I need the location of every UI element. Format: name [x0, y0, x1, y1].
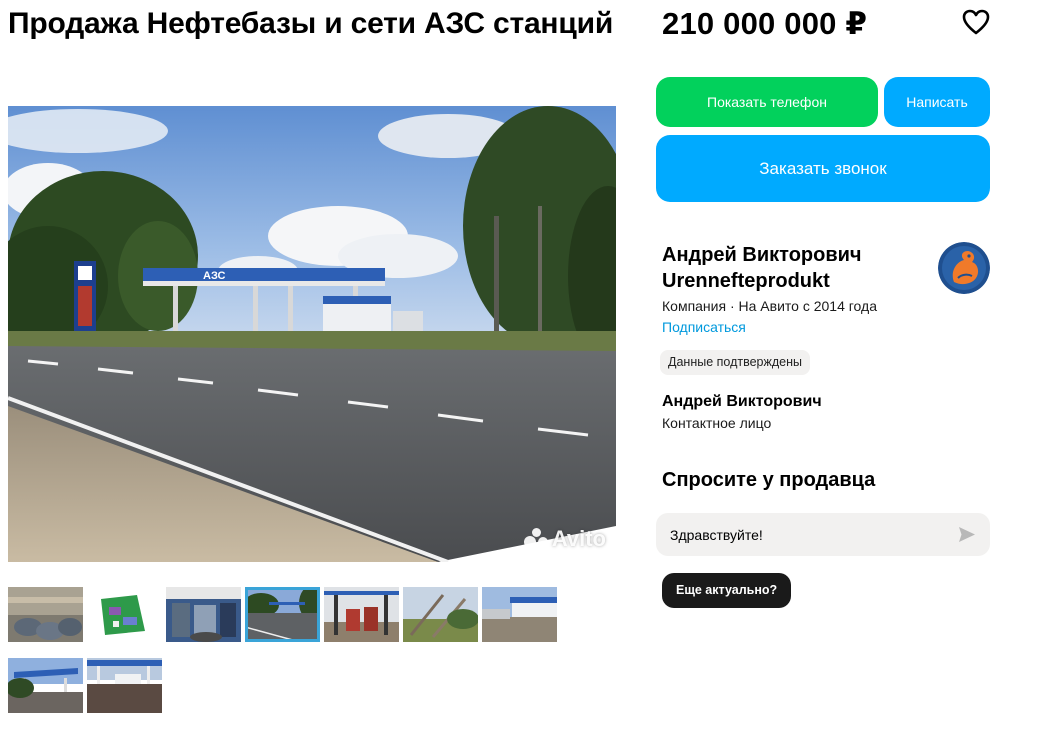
- ask-seller-title: Спросите у продавца: [662, 469, 876, 491]
- quick-reply-button[interactable]: Еще актуально?: [662, 573, 792, 608]
- write-message-button[interactable]: Написать: [884, 77, 990, 127]
- seller-meta: Компания · На Авито с 2014 года: [662, 298, 877, 314]
- message-input[interactable]: [670, 513, 940, 556]
- main-photo[interactable]: АЗС Avito: [8, 106, 616, 562]
- subscribe-link[interactable]: Подписаться: [662, 319, 746, 335]
- thumbnail-1[interactable]: [8, 587, 83, 642]
- thumbnail-3[interactable]: [166, 587, 241, 642]
- avito-logo-icon: [523, 528, 548, 550]
- avito-watermark: Avito: [523, 526, 606, 552]
- squirrel-logo-icon: [938, 242, 990, 294]
- send-icon[interactable]: [958, 526, 976, 543]
- contact-role: Контактное лицо: [662, 415, 772, 431]
- order-call-button[interactable]: Заказать звонок: [656, 135, 990, 202]
- thumbnail-5[interactable]: [324, 587, 399, 642]
- favorite-button[interactable]: [961, 8, 991, 36]
- seller-name[interactable]: Андрей Викторович Urennefteprodukt: [662, 242, 922, 294]
- thumbnail-9[interactable]: [87, 658, 162, 713]
- thumbnail-6[interactable]: [403, 587, 478, 642]
- thumbnail-4[interactable]: [245, 587, 320, 642]
- message-box: [656, 513, 990, 556]
- contact-name: Андрей Викторович: [662, 393, 822, 410]
- listing-price: 210 000 000 ₽: [662, 6, 868, 41]
- listing-title: Продажа Нефтебазы и сети АЗС станций: [8, 7, 614, 40]
- show-phone-button[interactable]: Показать телефон: [656, 77, 878, 127]
- thumbnail-2[interactable]: [87, 587, 162, 642]
- heart-icon: [962, 9, 990, 35]
- watermark-text: Avito: [551, 526, 606, 551]
- seller-avatar[interactable]: [938, 242, 990, 294]
- thumbnail-8[interactable]: [8, 658, 83, 713]
- thumbnail-7[interactable]: [482, 587, 557, 642]
- station-sign: АЗС: [203, 270, 226, 282]
- verified-badge: Данные подтверждены: [660, 350, 810, 375]
